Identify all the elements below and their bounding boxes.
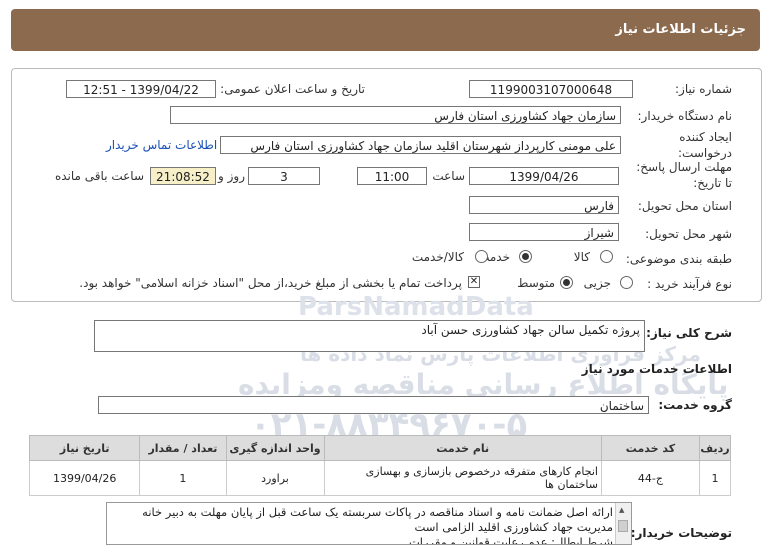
category-radio-service[interactable] <box>519 250 532 263</box>
table-header-row: تاریخ نیاز تعداد / مقدار واحد اندازه گیر… <box>28 435 732 461</box>
buyer-notes-text: ارائه اصل ضمانت نامه و اسناد مناقصه در پ… <box>109 505 613 545</box>
cell-row-number: 1 <box>698 460 732 496</box>
announce-datetime-field: 1399/04/22 - 12:51 <box>66 80 216 98</box>
process-radio-minor[interactable] <box>620 276 633 289</box>
deadline-label-line1: مهلت ارسال پاسخ: <box>636 160 732 174</box>
cell-service-code: ج-44 <box>600 460 700 496</box>
days-field: 3 <box>248 167 320 185</box>
services-info-heading: اطلاعات خدمات مورد نیاز <box>581 362 732 376</box>
remaining-time-label: ساعت باقی مانده <box>54 169 144 183</box>
scroll-up-arrow-icon[interactable]: ▲ <box>619 506 624 514</box>
col-need-date: تاریخ نیاز <box>28 435 141 461</box>
cell-quantity: 1 <box>139 460 227 496</box>
deadline-date-field: 1399/04/26 <box>469 167 619 185</box>
treasury-payment-checkbox[interactable]: ✕ <box>468 276 480 288</box>
category-label: طبقه بندی موضوعی: <box>625 252 732 266</box>
buyer-notes-line: ارائه اصل ضمانت نامه و اسناد مناقصه در پ… <box>142 505 613 519</box>
deadline-time-field: 11:00 <box>357 167 427 185</box>
buyer-org-field: سازمان جهاد کشاورزی استان فارس <box>170 106 621 124</box>
col-unit: واحد اندازه گیری <box>225 435 325 461</box>
days-label: روز و <box>218 169 245 183</box>
category-radio-goods-service[interactable] <box>475 250 488 263</box>
category-radio-goods[interactable] <box>600 250 613 263</box>
col-service-name: نام خدمت <box>323 435 602 461</box>
cell-service-name: انجام کارهای متفرقه درخصوص بازسازی و بهس… <box>323 460 602 496</box>
general-desc-label: شرح کلی نیاز: <box>646 326 732 340</box>
buyer-notes-label: توضیحات خریدار: <box>630 526 732 540</box>
scrollbar-thumb[interactable] <box>618 520 628 532</box>
buyer-contact-link[interactable]: اطلاعات تماس خریدار <box>106 138 217 152</box>
col-service-code: کد خدمت <box>600 435 700 461</box>
buyer-notes-textarea[interactable]: ارائه اصل ضمانت نامه و اسناد مناقصه در پ… <box>106 502 632 545</box>
buyer-notes-line: مدیریت جهاد کشاورزی اقلید الزامی است <box>414 520 613 534</box>
creator-label-line2: درخواست: <box>678 146 732 160</box>
treasury-payment-note: پرداخت تمام یا بخشی از مبلغ خرید،از محل … <box>79 276 462 290</box>
page-title: جزئیات اطلاعات نیاز <box>615 22 746 37</box>
process-option-medium: متوسط <box>517 276 555 290</box>
category-option-goods: کالا <box>573 250 590 264</box>
col-quantity: تعداد / مقدار <box>139 435 227 461</box>
cell-unit: براورد <box>225 460 325 496</box>
deadline-time-label: ساعت <box>432 169 465 183</box>
buyer-notes-line: شرط ابطال: عدم رعایت قوانین و مقررات <box>408 535 613 545</box>
creator-field: علی مومنی کارپرداز شهرستان اقلید سازمان … <box>220 136 621 154</box>
services-table: تاریخ نیاز تعداد / مقدار واحد اندازه گیر… <box>28 435 732 496</box>
delivery-city-field: شیراز <box>469 223 619 241</box>
process-radio-medium[interactable] <box>560 276 573 289</box>
buyer-org-label: نام دستگاه خریدار: <box>637 109 733 123</box>
need-number-field: 1199003107000648 <box>469 80 633 98</box>
table-row: 1399/04/26 1 براورد انجام کارهای متفرقه … <box>28 460 732 496</box>
creator-label-line1: ایجاد کننده <box>679 130 732 144</box>
general-desc-field: پروژه تکمیل سالن جهاد کشاورزی حسن آباد <box>94 320 645 352</box>
need-details-panel <box>11 68 762 302</box>
need-number-label: شماره نیاز: <box>675 82 732 96</box>
process-option-minor: جزیی <box>583 276 611 290</box>
delivery-province-label: استان محل تحویل: <box>637 199 732 213</box>
notes-scrollbar[interactable]: ▲ <box>615 503 631 544</box>
remaining-time-field: 21:08:52 <box>150 167 216 185</box>
col-row-number: ردیف <box>698 435 732 461</box>
service-group-field: ساختمان <box>98 396 649 414</box>
deadline-label-line2: تا تاریخ: <box>693 176 732 190</box>
delivery-province-field: فارس <box>469 196 619 214</box>
service-group-label: گروه خدمت: <box>658 398 732 412</box>
category-option-goods-service: کالا/خدمت <box>411 250 464 264</box>
page-header: جزئیات اطلاعات نیاز <box>11 9 760 51</box>
delivery-city-label: شهر محل تحویل: <box>645 227 732 241</box>
cell-need-date: 1399/04/26 <box>28 460 141 496</box>
announce-datetime-label: تاریخ و ساعت اعلان عمومی: <box>220 82 365 96</box>
purchase-process-label: نوع فرآیند خرید : <box>647 277 732 291</box>
